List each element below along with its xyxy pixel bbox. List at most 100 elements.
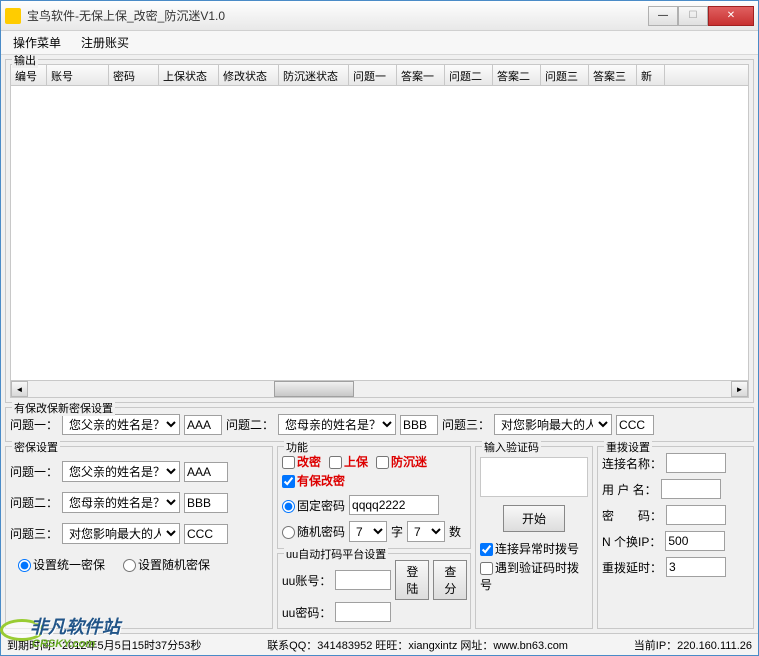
radio-fixed-pwd[interactable]: 固定密码 xyxy=(282,497,345,514)
bottom-panels: 密保设置 问题一： 您父亲的姓名是？ 问题二： 您母亲的姓名是？ 问题三： 对您… xyxy=(5,446,754,629)
window-buttons: — ☐ ✕ xyxy=(648,6,754,26)
sq2-select[interactable]: 您母亲的姓名是？ xyxy=(62,492,180,513)
col-modify[interactable]: 修改状态 xyxy=(219,65,279,85)
nip-label: N 个换IP： xyxy=(602,533,661,550)
table-body[interactable] xyxy=(10,86,749,381)
conn-user-label: 用 户 名： xyxy=(602,481,657,498)
sq2-label: 问题二： xyxy=(10,494,58,511)
delay-label: 重拨延时： xyxy=(602,559,662,576)
status-expire: 到期时间：2012年5月5日15时37分53秒 xyxy=(7,637,201,653)
rnd-shu-label: 数 xyxy=(449,523,461,540)
check-changepwd[interactable]: 改密 xyxy=(282,453,321,470)
check-addiction[interactable]: 防沉迷 xyxy=(376,453,427,470)
rnd-sel1[interactable]: 7 xyxy=(349,521,387,542)
close-button[interactable]: ✕ xyxy=(708,6,754,26)
conn-pwd-input[interactable] xyxy=(666,505,726,525)
col-q2[interactable]: 问题二 xyxy=(445,65,493,85)
uu-query-button[interactable]: 查分 xyxy=(433,560,467,600)
sq1-select[interactable]: 您父亲的姓名是？ xyxy=(62,461,180,482)
redial-legend: 重拨设置 xyxy=(604,439,652,455)
conn-pwd-label: 密 码： xyxy=(602,507,662,524)
scroll-thumb[interactable] xyxy=(274,381,354,397)
statusbar: 到期时间：2012年5月5日15时37分53秒 联系QQ：341483952 旺… xyxy=(1,633,758,655)
col-a2[interactable]: 答案二 xyxy=(493,65,541,85)
horizontal-scrollbar: ◄ ► xyxy=(10,381,749,398)
uu-panel: uu自动打码平台设置 uu账号： 登陆 查分 uu密码： xyxy=(277,553,471,629)
app-window: 宝鸟软件-无保上保_改密_防沉迷V1.0 — ☐ ✕ 操作菜单 注册账买 输出 … xyxy=(0,0,759,656)
window-title: 宝鸟软件-无保上保_改密_防沉迷V1.0 xyxy=(27,7,648,24)
sq2-answer[interactable] xyxy=(184,493,228,513)
nq2-select[interactable]: 您母亲的姓名是？ xyxy=(278,414,396,435)
uu-pwd-label: uu密码： xyxy=(282,604,331,621)
col-account[interactable]: 账号 xyxy=(47,65,109,85)
function-panel: 功能 改密 上保 防沉迷 有保改密 固定密码 随机密码 xyxy=(277,446,471,549)
radio-random-input[interactable] xyxy=(123,559,136,572)
captcha-image xyxy=(480,457,588,497)
rnd-zi-label: 字 xyxy=(391,523,403,540)
col-q1[interactable]: 问题一 xyxy=(349,65,397,85)
output-panel: 输出 编号 账号 密码 上保状态 修改状态 防沉迷状态 问题一 答案一 问题二 … xyxy=(5,59,754,403)
col-q3[interactable]: 问题三 xyxy=(541,65,589,85)
check-shangbao[interactable]: 上保 xyxy=(329,453,368,470)
titlebar: 宝鸟软件-无保上保_改密_防沉迷V1.0 — ☐ ✕ xyxy=(1,1,758,31)
menu-operations[interactable]: 操作菜单 xyxy=(5,32,69,53)
check-captcha-dial[interactable]: 遇到验证码时拨号 xyxy=(480,559,588,593)
delay-input[interactable] xyxy=(666,557,726,577)
nq1-label: 问题一： xyxy=(10,416,58,433)
rnd-sel2[interactable]: 7 xyxy=(407,521,445,542)
table-header: 编号 账号 密码 上保状态 修改状态 防沉迷状态 问题一 答案一 问题二 答案二… xyxy=(10,64,749,86)
menu-register[interactable]: 注册账买 xyxy=(73,32,137,53)
sq1-answer[interactable] xyxy=(184,462,228,482)
status-ip: 当前IP：220.160.111.26 xyxy=(634,637,752,653)
uu-account-input[interactable] xyxy=(335,570,391,590)
col-addiction[interactable]: 防沉迷状态 xyxy=(279,65,349,85)
nq1-answer[interactable] xyxy=(184,415,222,435)
sq3-select[interactable]: 对您影响最大的人！ xyxy=(62,523,180,544)
status-contact: 联系QQ：341483952 旺旺：xiangxintz 网址：www.bn63… xyxy=(209,637,625,653)
check-conn-dial[interactable]: 连接异常时拨号 xyxy=(480,540,579,557)
uu-login-button[interactable]: 登陆 xyxy=(395,560,429,600)
uu-password-input[interactable] xyxy=(335,602,391,622)
start-button[interactable]: 开始 xyxy=(503,505,565,532)
scroll-left-button[interactable]: ◄ xyxy=(11,381,28,397)
radio-random-pwd[interactable]: 随机密码 xyxy=(282,523,345,540)
scroll-track[interactable] xyxy=(28,381,731,397)
nq3-label: 问题三： xyxy=(442,416,490,433)
verify-panel: 输入验证码 开始 连接异常时拨号 遇到验证码时拨号 xyxy=(475,446,593,629)
radio-random[interactable]: 设置随机密保 xyxy=(123,556,210,573)
conn-name-input[interactable] xyxy=(666,453,726,473)
minimize-button[interactable]: — xyxy=(648,6,678,26)
redial-panel: 重拨设置 连接名称： 用 户 名： 密 码： N 个换IP： 重拨延时： xyxy=(597,446,754,629)
radio-unified-input[interactable] xyxy=(18,559,31,572)
function-legend: 功能 xyxy=(284,439,310,455)
col-a1[interactable]: 答案一 xyxy=(397,65,445,85)
scroll-right-button[interactable]: ► xyxy=(731,381,748,397)
content-area: 输出 编号 账号 密码 上保状态 修改状态 防沉迷状态 问题一 答案一 问题二 … xyxy=(1,55,758,633)
menubar: 操作菜单 注册账买 xyxy=(1,31,758,55)
uu-acc-label: uu账号： xyxy=(282,572,331,589)
sq3-label: 问题三： xyxy=(10,525,58,542)
verify-legend: 输入验证码 xyxy=(482,439,541,455)
col-shangbao[interactable]: 上保状态 xyxy=(159,65,219,85)
nq2-answer[interactable] xyxy=(400,415,438,435)
col-password[interactable]: 密码 xyxy=(109,65,159,85)
nip-input[interactable] xyxy=(665,531,725,551)
col-a3[interactable]: 答案三 xyxy=(589,65,637,85)
nq1-select[interactable]: 您父亲的姓名是？ xyxy=(62,414,180,435)
app-icon xyxy=(5,8,21,24)
conn-user-input[interactable] xyxy=(661,479,721,499)
security-legend: 密保设置 xyxy=(12,439,60,455)
radio-unified[interactable]: 设置统一密保 xyxy=(18,556,105,573)
nq2-label: 问题二： xyxy=(226,416,274,433)
security-panel: 密保设置 问题一： 您父亲的姓名是？ 问题二： 您母亲的姓名是？ 问题三： 对您… xyxy=(5,446,273,629)
sq3-answer[interactable] xyxy=(184,524,228,544)
uu-legend: uu自动打码平台设置 xyxy=(284,546,388,562)
nq3-answer[interactable] xyxy=(616,415,654,435)
col-id[interactable]: 编号 xyxy=(11,65,47,85)
col-new[interactable]: 新 xyxy=(637,65,665,85)
maximize-button[interactable]: ☐ xyxy=(678,6,708,26)
output-legend: 输出 xyxy=(12,55,38,68)
check-haschange[interactable]: 有保改密 xyxy=(282,472,345,489)
nq3-select[interactable]: 对您影响最大的人！ xyxy=(494,414,612,435)
fixed-pwd-input[interactable] xyxy=(349,495,439,515)
